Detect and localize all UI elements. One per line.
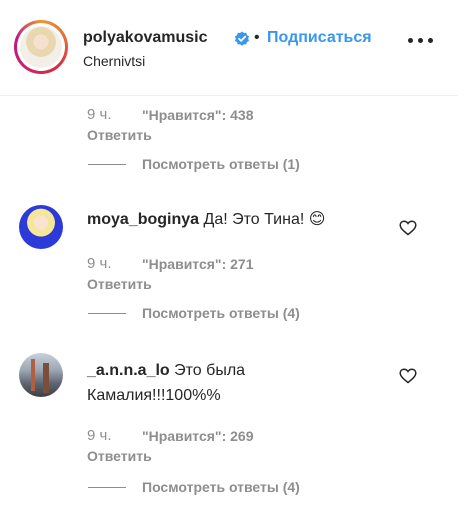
view-replies-button[interactable]: Посмотреть ответы (4) [142, 479, 300, 495]
like-heart-icon[interactable] [399, 368, 417, 384]
comment-body: _a.n.n.a_lo Это была Камалия!!!100%% [87, 358, 245, 408]
comment-likes[interactable]: "Нравится": 271 [142, 256, 253, 272]
profile-avatar[interactable] [14, 20, 68, 74]
comment-time: 9 ч. [87, 255, 112, 272]
view-replies-button[interactable]: Посмотреть ответы (1) [142, 156, 300, 172]
location-link[interactable]: Chernivtsi [83, 53, 145, 69]
reply-button[interactable]: Ответить [87, 448, 152, 464]
comment-likes[interactable]: "Нравится": 269 [142, 428, 253, 444]
follow-button[interactable]: Подписаться [267, 29, 372, 47]
reply-button[interactable]: Ответить [87, 127, 152, 143]
comment-time: 9 ч. [87, 427, 112, 444]
comment-text-line2: Камалия!!!100%% [87, 387, 221, 404]
view-replies-button[interactable]: Посмотреть ответы (4) [142, 305, 300, 321]
commenter-avatar[interactable] [19, 353, 63, 397]
replies-divider [88, 313, 126, 314]
comment-time: 9 ч. [87, 106, 112, 123]
comment-body: moya_boginya Да! Это Тина! 😊 [87, 207, 325, 232]
replies-divider [88, 164, 126, 165]
commenter-avatar[interactable] [19, 205, 63, 249]
comment-text-line1: Это была [174, 362, 246, 379]
post-header: polyakovamusic • Подписаться Chernivtsi [0, 0, 458, 96]
comment-likes[interactable]: "Нравится": 438 [142, 107, 253, 123]
replies-divider [88, 487, 126, 488]
comment-text: Да! Это Тина! 😊 [203, 211, 326, 228]
reply-button[interactable]: Ответить [87, 276, 152, 292]
like-heart-icon[interactable] [399, 220, 417, 236]
more-options-icon[interactable] [408, 38, 434, 44]
verified-badge-icon [235, 31, 249, 46]
comment-username[interactable]: _a.n.n.a_lo [87, 362, 170, 379]
profile-username[interactable]: polyakovamusic [83, 29, 208, 47]
comment-username[interactable]: moya_boginya [87, 211, 199, 228]
separator-dot: • [254, 29, 260, 46]
